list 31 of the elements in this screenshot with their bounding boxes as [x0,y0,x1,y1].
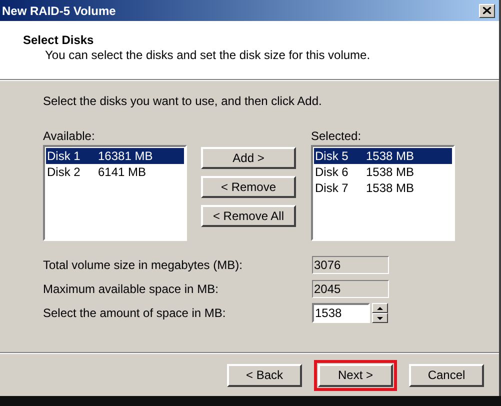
available-list[interactable]: Disk 1 16381 MB Disk 2 6141 MB [43,145,187,241]
wizard-button[interactable]: Next > [318,364,393,386]
disk-row[interactable]: Disk 6 1538 MB [314,164,452,180]
disk-row[interactable]: Disk 2 6141 MB [46,164,184,180]
amount-input-field[interactable]: 1538 [312,303,370,323]
readonly-field: 3076 [312,256,389,274]
spin-up-button[interactable] [372,303,388,313]
wizard-button[interactable]: < Back [227,364,302,386]
close-icon [483,7,491,14]
list-label: Selected: [311,129,362,143]
wizard-button[interactable]: Cancel [409,364,484,386]
move-button[interactable]: Add > [201,147,296,169]
selected-list[interactable]: Disk 5 1538 MB Disk 6 1538 MB Disk 7 1538 MB [311,145,455,241]
header-title: Select Disks [23,33,95,47]
header-subtitle: You can select the disks and set the disk size for this volume. [44,47,372,63]
field-label: Total volume size in megabytes (MB): [43,257,244,274]
field-label: Select the amount of space in MB: [43,305,227,322]
move-button[interactable]: < Remove [201,176,296,198]
readonly-field: 2045 [312,280,389,298]
instruction-text: Select the disks you want to use, and then click Add. [43,93,323,109]
field-label: Maximum available space in MB: [43,281,220,298]
list-label: Available: [43,129,96,143]
spin-down-button[interactable] [372,313,388,323]
close-button[interactable] [479,4,495,18]
move-button[interactable]: < Remove All [201,205,296,227]
window-title: New RAID-5 Volume [2,2,116,20]
disk-row[interactable]: Disk 5 1538 MB [314,148,452,164]
disk-row[interactable]: Disk 1 16381 MB [46,148,184,164]
down-arrow-icon [377,316,383,320]
disk-row[interactable]: Disk 7 1538 MB [314,180,452,196]
up-arrow-icon [377,306,383,310]
